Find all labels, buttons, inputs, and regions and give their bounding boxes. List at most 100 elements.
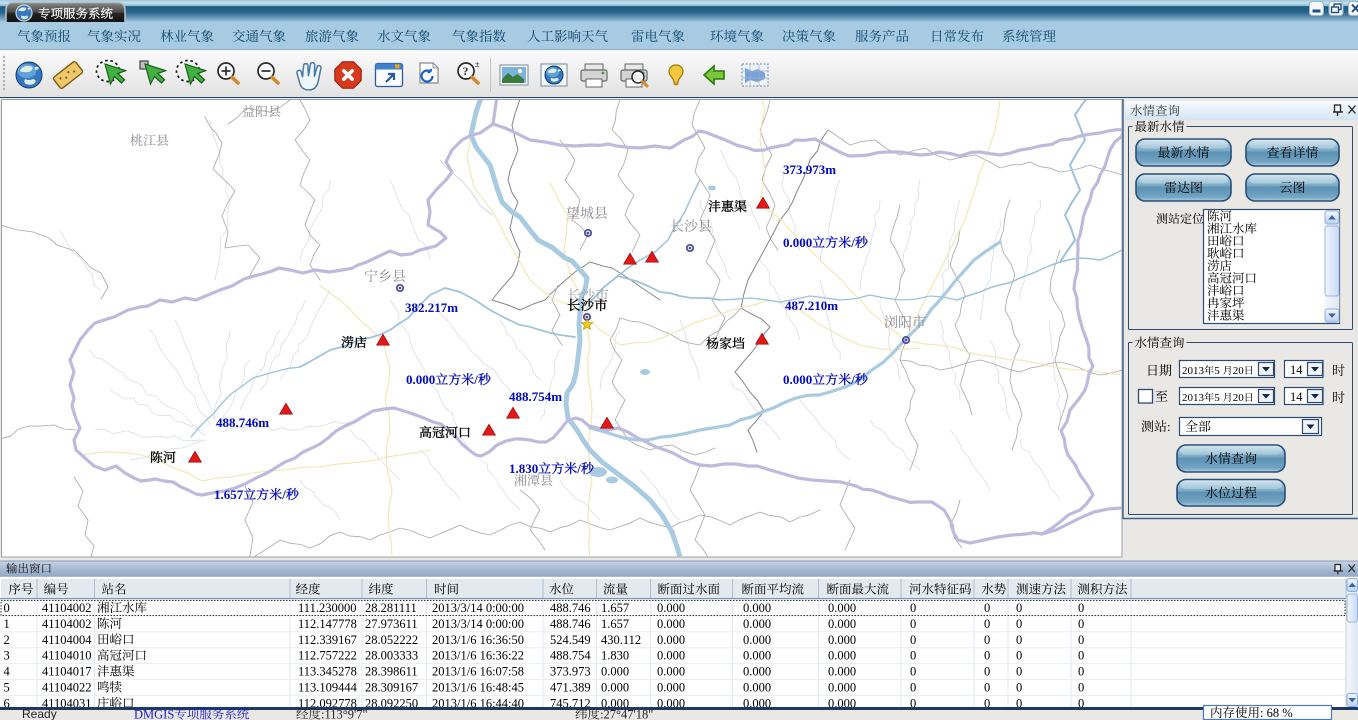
svg-text:20: 20 (1233, 365, 1245, 377)
svg-text:0: 0 (1016, 649, 1022, 663)
svg-text:2013: 2013 (1182, 365, 1205, 377)
svg-text:0: 0 (1078, 601, 1084, 615)
svg-text:112.757222: 112.757222 (298, 649, 357, 663)
svg-text:2013/1/6 16:36:50: 2013/1/6 16:36:50 (432, 633, 524, 647)
svg-text:0.000: 0.000 (743, 681, 771, 695)
svg-text:41104002: 41104002 (42, 601, 92, 615)
svg-text:1.830: 1.830 (601, 649, 629, 663)
svg-text:0: 0 (984, 681, 990, 695)
svg-text:5: 5 (1214, 392, 1220, 404)
svg-text:Ready: Ready (22, 707, 57, 720)
svg-text::27°47'18": :27°47'18" (600, 708, 653, 720)
svg-text:4: 4 (4, 665, 11, 679)
svg-text:373.973m: 373.973m (783, 162, 836, 177)
svg-text:0.000: 0.000 (828, 665, 856, 679)
svg-text:0.000: 0.000 (783, 372, 812, 387)
svg-text:112.147778: 112.147778 (298, 617, 357, 631)
svg-text:2: 2 (4, 633, 10, 647)
svg-text:112.339167: 112.339167 (298, 633, 357, 647)
svg-text:373.973: 373.973 (550, 665, 591, 679)
svg-text:41104002: 41104002 (42, 617, 92, 631)
svg-text:113.345278: 113.345278 (298, 665, 357, 679)
svg-text:28.398611: 28.398611 (365, 665, 418, 679)
svg-text:1.657: 1.657 (214, 487, 244, 502)
svg-text:488.746m: 488.746m (216, 415, 269, 430)
svg-text:0.000: 0.000 (657, 681, 685, 695)
svg-text:0: 0 (910, 649, 916, 663)
svg-text:0.000: 0.000 (657, 601, 685, 615)
svg-text:0: 0 (984, 649, 990, 663)
svg-text:0.000: 0.000 (743, 601, 771, 615)
svg-text:2013/3/14 0:00:00: 2013/3/14 0:00:00 (432, 617, 524, 631)
svg-text:0.000: 0.000 (828, 633, 856, 647)
svg-text:111.230000: 111.230000 (298, 601, 356, 615)
svg-text:488.754m: 488.754m (509, 389, 562, 404)
svg-text:0.000: 0.000 (601, 665, 629, 679)
svg-text:0.000: 0.000 (743, 633, 771, 647)
svg-text:28.003333: 28.003333 (365, 649, 418, 663)
svg-text:0: 0 (984, 601, 990, 615)
svg-text:0: 0 (910, 617, 916, 631)
svg-text:471.389: 471.389 (550, 681, 591, 695)
svg-text:0: 0 (984, 633, 990, 647)
svg-text:0: 0 (984, 617, 990, 631)
svg-text:0: 0 (1016, 617, 1022, 631)
svg-text:/: / (473, 372, 478, 387)
svg-text:0.000: 0.000 (601, 681, 629, 695)
svg-text:0.000: 0.000 (828, 617, 856, 631)
svg-text:41104010: 41104010 (42, 649, 92, 663)
svg-text:1.830: 1.830 (509, 461, 538, 476)
svg-text:0: 0 (910, 665, 916, 679)
svg-text:487.210m: 487.210m (785, 298, 838, 313)
svg-text::: : (1167, 419, 1171, 434)
svg-text:41104017: 41104017 (42, 665, 92, 679)
svg-text:0: 0 (1016, 681, 1022, 695)
svg-text:0.000: 0.000 (657, 633, 685, 647)
svg-text:2013: 2013 (1182, 392, 1205, 404)
svg-text:27.973611: 27.973611 (365, 617, 418, 631)
svg-text:14: 14 (1290, 363, 1303, 377)
svg-text:20: 20 (1233, 392, 1245, 404)
svg-text:0.000: 0.000 (406, 372, 435, 387)
svg-text:488.746: 488.746 (550, 601, 591, 615)
svg-text:: 68 %: : 68 % (1260, 706, 1293, 720)
svg-text:0: 0 (1016, 601, 1022, 615)
svg-text:0.000: 0.000 (828, 601, 856, 615)
svg-text:5: 5 (4, 681, 10, 695)
svg-text:?: ? (463, 64, 469, 78)
svg-text:0.000: 0.000 (657, 649, 685, 663)
svg-text:28.052222: 28.052222 (365, 633, 418, 647)
svg-text:41104022: 41104022 (42, 681, 92, 695)
svg-text:3: 3 (4, 649, 10, 663)
svg-text:0: 0 (1078, 681, 1084, 695)
svg-text:382.217m: 382.217m (405, 300, 458, 315)
svg-text:0: 0 (910, 601, 916, 615)
svg-text:DMGIS: DMGIS (134, 708, 174, 720)
svg-text:/: / (281, 487, 286, 502)
svg-text:±: ± (475, 60, 480, 69)
svg-text:1.657: 1.657 (601, 617, 629, 631)
svg-text:0.000: 0.000 (828, 649, 856, 663)
svg-text:0: 0 (1078, 665, 1084, 679)
svg-text:1.657: 1.657 (601, 601, 629, 615)
svg-text:0: 0 (1016, 633, 1022, 647)
svg-text:0: 0 (1078, 617, 1084, 631)
svg-text:0.000: 0.000 (783, 235, 812, 250)
svg-text:0: 0 (1078, 633, 1084, 647)
svg-text:0.000: 0.000 (657, 617, 685, 631)
svg-text:0: 0 (984, 665, 990, 679)
svg-text:2013/3/14 0:00:00: 2013/3/14 0:00:00 (432, 601, 524, 615)
svg-text:0.000: 0.000 (657, 665, 685, 679)
svg-text:2013/1/6 16:36:22: 2013/1/6 16:36:22 (432, 649, 524, 663)
svg-text:0: 0 (910, 633, 916, 647)
svg-text:0: 0 (1078, 649, 1084, 663)
svg-text:488.746: 488.746 (550, 617, 591, 631)
svg-text:/: / (850, 372, 855, 387)
svg-text:113.109444: 113.109444 (298, 681, 358, 695)
svg-text:0: 0 (4, 601, 10, 615)
svg-text:0.000: 0.000 (828, 681, 856, 695)
svg-text:488.754: 488.754 (550, 649, 591, 663)
svg-text:28.281111: 28.281111 (365, 601, 417, 615)
svg-text:0: 0 (910, 681, 916, 695)
svg-text:/: / (576, 461, 581, 476)
